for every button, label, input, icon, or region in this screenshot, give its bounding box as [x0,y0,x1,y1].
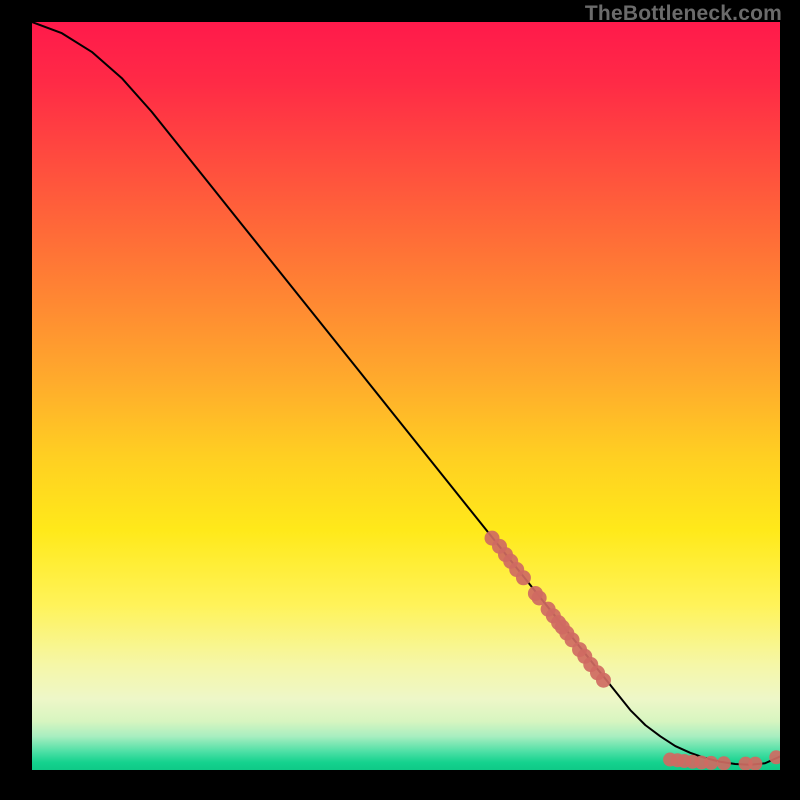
chart-point [596,673,611,688]
chart-point [704,756,718,770]
chart-point [717,756,731,770]
chart-svg [32,22,780,770]
chart-plot-area [32,22,780,770]
chart-background-gradient [32,22,780,770]
chart-stage: TheBottleneck.com [0,0,800,800]
chart-point [516,570,531,585]
chart-point [748,757,762,770]
